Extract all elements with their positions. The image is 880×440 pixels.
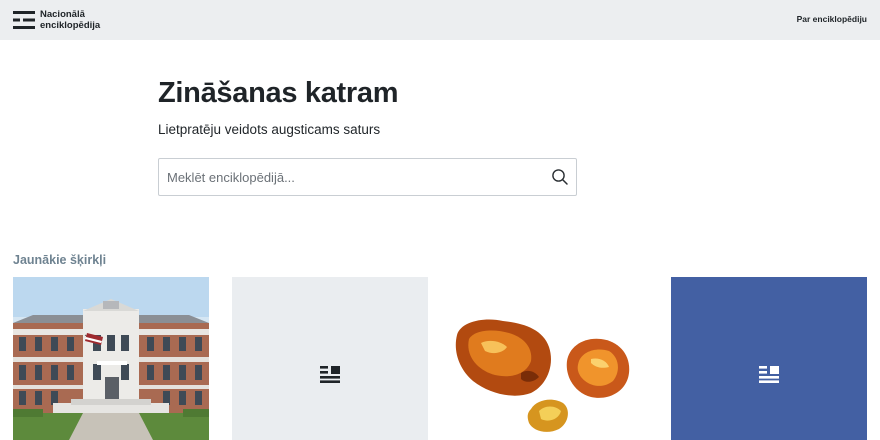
article-icon [320, 366, 340, 383]
logo-line-2: enciklopēdija [40, 20, 101, 31]
entry-card[interactable] [232, 277, 428, 440]
top-bar: Nacionālā enciklopēdija Par enciklopēdij… [0, 0, 880, 40]
amber-photo [451, 277, 647, 440]
latest-entries-heading: Jaunākie šķirkļi [13, 253, 107, 267]
site-logo[interactable]: Nacionālā enciklopēdija [13, 9, 100, 31]
about-link[interactable]: Par enciklopēdiju [797, 14, 867, 24]
article-icon [759, 366, 779, 383]
logo-line-1: Nacionālā [40, 9, 85, 20]
search-box [158, 158, 577, 196]
page-title: Zināšanas katram [158, 77, 399, 109]
entry-card[interactable] [13, 277, 209, 440]
search-icon[interactable] [551, 168, 569, 186]
search-input[interactable] [159, 159, 539, 195]
entry-card[interactable] [671, 277, 867, 440]
manor-photo [13, 277, 209, 440]
entry-card[interactable] [451, 277, 647, 440]
latest-entries-list [13, 277, 867, 440]
logo-text: Nacionālā enciklopēdija [40, 9, 100, 31]
page-subtitle: Lietpratēju veidots augsticams saturs [158, 122, 381, 137]
encyclopedia-logo-icon [13, 11, 35, 29]
